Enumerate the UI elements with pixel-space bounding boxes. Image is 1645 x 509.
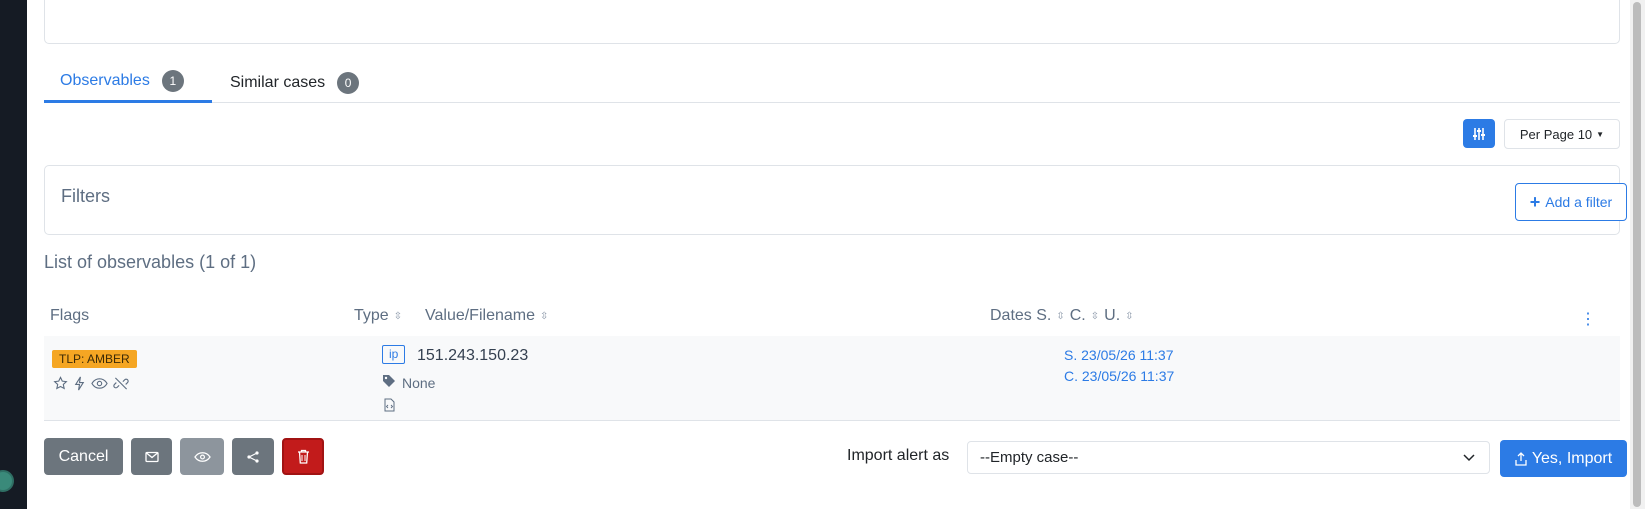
cancel-button[interactable]: Cancel [44, 438, 123, 475]
tab-observables[interactable]: Observables 1 [44, 62, 212, 103]
sort-icon[interactable]: ⇳ [1091, 311, 1099, 322]
tab-similar-cases-count: 0 [337, 71, 360, 94]
sort-icon[interactable]: ⇳ [540, 311, 548, 322]
tab-observables-count: 1 [161, 70, 184, 92]
star-icon[interactable] [53, 376, 68, 391]
tabs-bar: Observables 1 Similar cases 0 [44, 62, 1620, 103]
sliders-icon [1473, 127, 1485, 140]
flag-icons [53, 376, 129, 391]
header-dates-label: Dates S. [990, 307, 1052, 324]
tags-value: None [402, 374, 436, 391]
header-updated-label: U. [1104, 307, 1121, 324]
cancel-label: Cancel [58, 447, 109, 465]
eye-icon [193, 451, 211, 462]
description-card [44, 0, 1620, 44]
header-value-label: Value/Filename [425, 307, 535, 324]
table-row [44, 336, 1620, 421]
eye-icon[interactable] [91, 376, 108, 391]
plus-icon: + [1529, 191, 1541, 212]
filters-title: Filters [61, 186, 110, 206]
sort-icon[interactable]: ⇳ [1125, 311, 1133, 322]
list-title: List of observables (1 of 1) [44, 252, 257, 272]
trash-icon [297, 449, 309, 464]
tlp-badge: TLP: AMBER [52, 350, 137, 368]
envelope-icon [144, 451, 159, 462]
header-flags: Flags [50, 307, 89, 325]
observable-value[interactable]: 151.243.150.23 [417, 347, 528, 365]
tags-icon [382, 374, 398, 391]
per-page-dropdown[interactable]: Per Page 10 ▼ [1504, 119, 1620, 149]
yes-import-button[interactable]: Yes, Import [1500, 440, 1627, 477]
bolt-icon[interactable] [73, 376, 86, 391]
unlink-icon[interactable] [113, 376, 129, 391]
chevron-down-icon [1463, 453, 1475, 461]
sort-icon[interactable]: ⇳ [394, 311, 402, 322]
delete-button[interactable] [282, 438, 324, 475]
add-filter-label: Add a filter [1545, 194, 1613, 210]
mark-read-button[interactable] [131, 438, 172, 475]
alert-preview-panel: Observables 1 Similar cases 0 Per Page 1… [27, 0, 1630, 509]
sort-icon[interactable]: ⇳ [1056, 311, 1064, 322]
merge-icon [247, 450, 259, 463]
caret-down-icon: ▼ [1596, 129, 1605, 139]
date-created[interactable]: C. 23/05/26 11:37 [1064, 368, 1174, 384]
header-created-label: C. [1069, 307, 1086, 324]
tags-row: None [382, 374, 435, 391]
tab-observables-label: Observables [60, 72, 150, 89]
import-alert-label: Import alert as [847, 447, 950, 464]
header-dates[interactable]: Dates S. ⇳ C. ⇳ U. ⇳ [990, 307, 1134, 325]
add-filter-button[interactable]: + Add a filter [1515, 183, 1627, 221]
upload-icon [1515, 451, 1527, 466]
date-sighted[interactable]: S. 23/05/26 11:37 [1064, 347, 1174, 363]
header-flags-label: Flags [50, 307, 90, 324]
tab-similar-cases[interactable]: Similar cases 0 [230, 62, 360, 103]
type-badge: ip [382, 345, 406, 364]
tab-similar-cases-label: Similar cases [230, 73, 326, 91]
file-code-icon[interactable] [384, 398, 395, 417]
more-options-icon[interactable]: ⋮ [1580, 309, 1596, 329]
import-case-value: --Empty case-- [980, 449, 1079, 466]
filters-card: Filters + Add a filter [44, 165, 1627, 235]
per-page-label: Per Page 10 [1519, 126, 1593, 142]
import-case-select[interactable]: --Empty case-- [967, 441, 1490, 474]
yes-import-label: Yes, Import [1531, 449, 1613, 467]
follow-button[interactable] [180, 438, 224, 475]
left-sidebar-edge [0, 0, 27, 509]
column-config-button[interactable] [1463, 119, 1495, 148]
scrollbar-thumb[interactable] [1633, 2, 1641, 507]
header-value[interactable]: Value/Filename ⇳ [425, 307, 548, 325]
merge-button[interactable] [232, 438, 274, 475]
header-type-label: Type [354, 307, 389, 324]
header-type[interactable]: Type ⇳ [354, 307, 402, 325]
